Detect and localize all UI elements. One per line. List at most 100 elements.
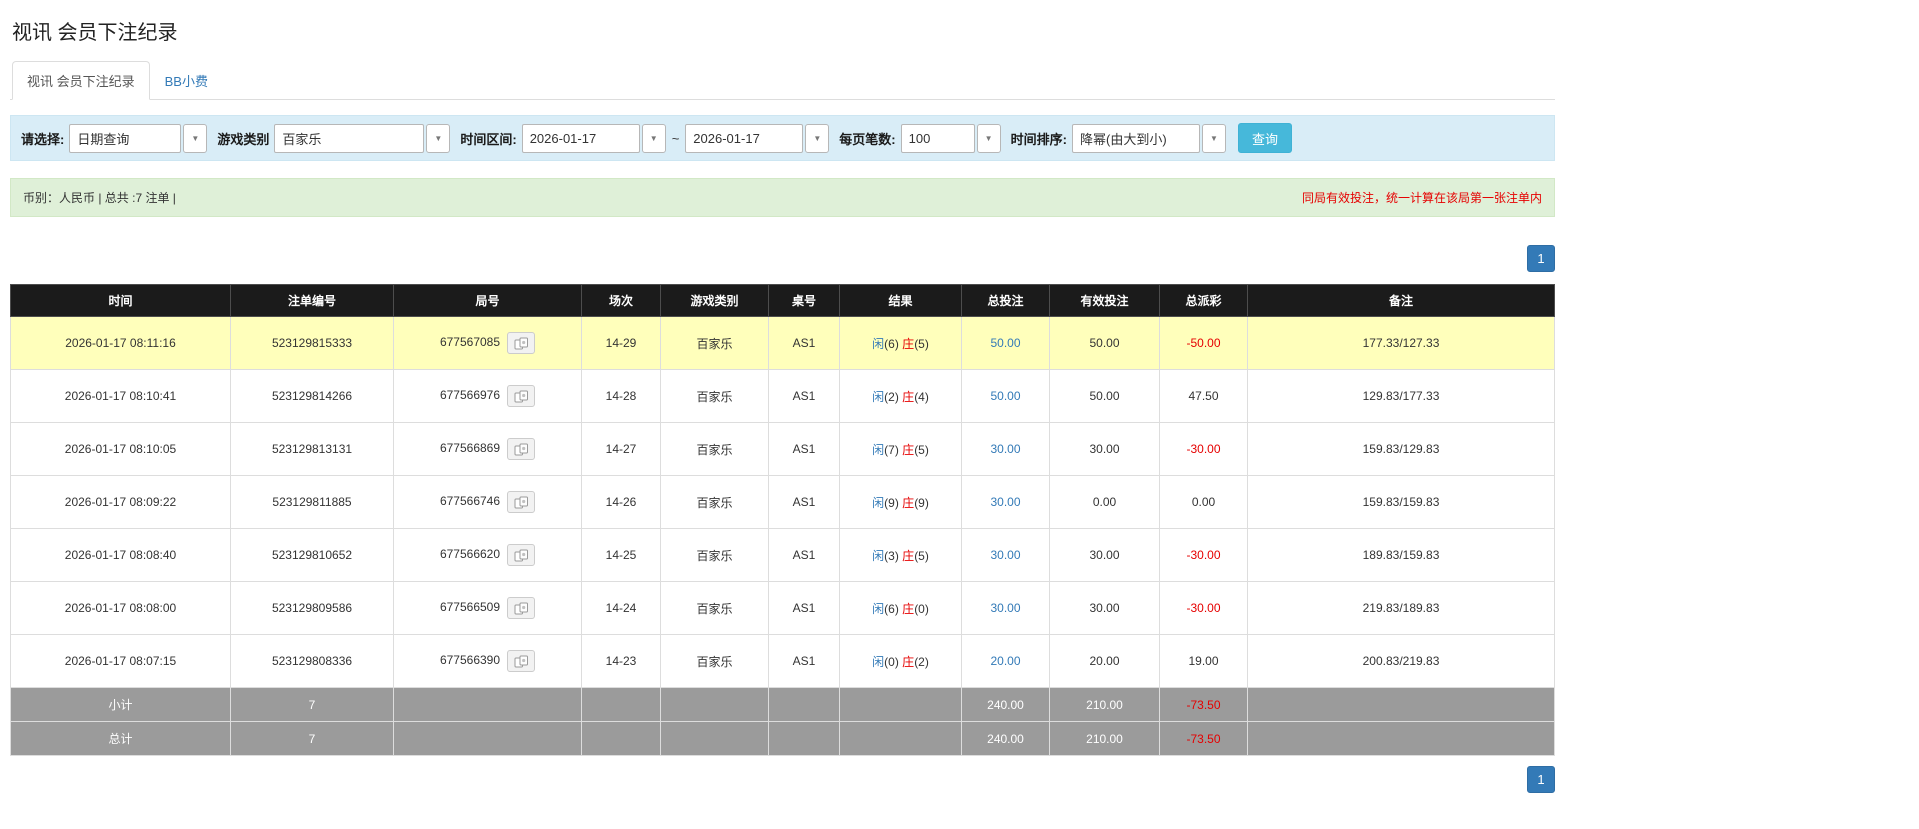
total-empty-cell (393, 721, 582, 756)
cell-game-type: 百家乐 (660, 422, 769, 476)
total-count: 7 (230, 721, 394, 756)
cell-session: 14-23 (581, 634, 661, 688)
page-container: 视讯 会员下注纪录 视讯 会员下注纪录 BB小费 请选择: ▼ 游戏类别 ▼ 时… (0, 0, 1555, 813)
total-empty-cell (839, 721, 962, 756)
cell-total-bet[interactable]: 30.00 (961, 581, 1050, 635)
result-player: 闲 (872, 601, 885, 616)
page-size-caret-icon[interactable]: ▼ (976, 123, 1001, 153)
cell-time: 2026-01-17 08:09:22 (10, 475, 231, 529)
round-number: 677566390 (439, 653, 501, 668)
total-bet-link[interactable]: 30.00 (990, 548, 1020, 562)
page-title: 视讯 会员下注纪录 (12, 22, 178, 44)
subtotal-empty-cell (1247, 687, 1555, 722)
game-type-combobox: ▼ (274, 123, 451, 153)
cell-total-bet[interactable]: 50.00 (961, 316, 1050, 370)
sort-order-input[interactable] (1071, 123, 1200, 153)
cell-total-bet[interactable]: 30.00 (961, 475, 1050, 529)
total-total-bet: 240.00 (961, 721, 1050, 756)
cell-time: 2026-01-17 08:07:15 (10, 634, 231, 688)
page-size-input[interactable] (900, 123, 975, 153)
result-banker: 庄 (902, 601, 915, 616)
cell-game-type: 百家乐 (660, 316, 769, 370)
total-empty-cell (581, 721, 661, 756)
cell-total-bet[interactable]: 30.00 (961, 528, 1050, 582)
cell-total-bet[interactable]: 50.00 (961, 369, 1050, 423)
pagination-top: 1 (10, 245, 1555, 272)
sort-order-caret-icon[interactable]: ▼ (1201, 123, 1226, 153)
total-bet-link[interactable]: 20.00 (990, 654, 1020, 668)
cell-session: 14-29 (581, 316, 661, 370)
cell-game-type: 百家乐 (660, 475, 769, 529)
cell-result: 闲(0) 庄(2) (839, 634, 962, 688)
page-size-label: 每页笔数: (839, 131, 896, 147)
round-number: 677567085 (439, 335, 501, 350)
cell-round-id: 677567085 (393, 316, 582, 370)
round-cards-icon[interactable] (507, 332, 536, 354)
query-type-combobox: ▼ (69, 123, 208, 153)
tab-bb-tips[interactable]: BB小费 (150, 61, 223, 100)
tab-bar: 视讯 会员下注纪录 BB小费 (10, 61, 1555, 100)
round-cards-icon[interactable] (507, 385, 536, 407)
result-banker: 庄 (902, 495, 915, 510)
round-cards-icon[interactable] (507, 491, 536, 513)
cell-session: 14-27 (581, 422, 661, 476)
round-number: 677566620 (439, 547, 501, 562)
search-button[interactable]: 查询 (1237, 123, 1292, 153)
round-cards-icon[interactable] (507, 650, 536, 672)
round-cards-icon[interactable] (507, 438, 536, 460)
cell-round-id: 677566390 (393, 634, 582, 688)
date-range-label: 时间区间: (460, 131, 517, 147)
date-from-caret-icon[interactable]: ▼ (641, 123, 666, 153)
cell-bet-id: 523129811885 (230, 475, 394, 529)
query-type-caret-icon[interactable]: ▼ (183, 123, 208, 153)
header-session: 场次 (581, 284, 661, 317)
cell-table-no: AS1 (768, 316, 840, 370)
subtotal-total-bet: 240.00 (961, 687, 1050, 722)
cell-valid-bet: 50.00 (1049, 369, 1160, 423)
cell-payout: -30.00 (1159, 528, 1248, 582)
game-type-input[interactable] (274, 123, 425, 153)
page-1-button[interactable]: 1 (1527, 245, 1555, 272)
result-player: 闲 (872, 442, 885, 457)
cell-session: 14-28 (581, 369, 661, 423)
cell-payout: 19.00 (1159, 634, 1248, 688)
result-player-score: (3) (884, 548, 899, 563)
round-cards-icon[interactable] (507, 544, 536, 566)
total-bet-link[interactable]: 30.00 (990, 495, 1020, 509)
date-to-combobox: ▼ (685, 123, 830, 153)
betting-records-table: 时间 注单编号 局号 场次 游戏类别 桌号 结果 总投注 有效投注 总派彩 备注… (10, 284, 1555, 756)
subtotal-payout: -73.50 (1159, 687, 1248, 722)
game-type-caret-icon[interactable]: ▼ (426, 123, 451, 153)
query-type-input[interactable] (69, 123, 182, 153)
date-from-input[interactable] (521, 123, 640, 153)
tab-betting-records[interactable]: 视讯 会员下注纪录 (12, 61, 150, 100)
page-1-button[interactable]: 1 (1527, 766, 1555, 793)
total-bet-link[interactable]: 30.00 (990, 601, 1020, 615)
total-empty-cell (1247, 721, 1555, 756)
total-empty-cell (660, 721, 769, 756)
header-result: 结果 (839, 284, 962, 317)
result-player-score: (6) (884, 336, 899, 351)
total-bet-link[interactable]: 30.00 (990, 442, 1020, 456)
summary-notice: 同局有效投注，统一计算在该局第一张注单内 (1301, 191, 1542, 205)
filter-bar: 请选择: ▼ 游戏类别 ▼ 时间区间: ▼ ~ ▼ 每页笔数: ▼ 时间排序: … (10, 115, 1555, 161)
result-banker-score: (0) (914, 601, 929, 616)
round-cards-icon[interactable] (507, 597, 536, 619)
date-to-caret-icon[interactable]: ▼ (805, 123, 830, 153)
header-bet-id: 注单编号 (230, 284, 394, 317)
cell-session: 14-24 (581, 581, 661, 635)
total-bet-link[interactable]: 50.00 (990, 389, 1020, 403)
date-to-input[interactable] (685, 123, 804, 153)
table-row: 2026-01-17 08:09:22 523129811885 677566746… (10, 475, 1555, 529)
cell-payout: 47.50 (1159, 369, 1248, 423)
cell-total-bet[interactable]: 30.00 (961, 422, 1050, 476)
result-banker-score: (5) (914, 336, 929, 351)
cell-game-type: 百家乐 (660, 369, 769, 423)
pagination-bottom: 1 (10, 766, 1555, 793)
subtotal-label: 小计 (10, 687, 231, 722)
total-bet-link[interactable]: 50.00 (990, 336, 1020, 350)
result-player-score: (6) (884, 601, 899, 616)
cell-total-bet[interactable]: 20.00 (961, 634, 1050, 688)
result-banker-score: (5) (914, 442, 929, 457)
result-banker: 庄 (902, 548, 915, 563)
